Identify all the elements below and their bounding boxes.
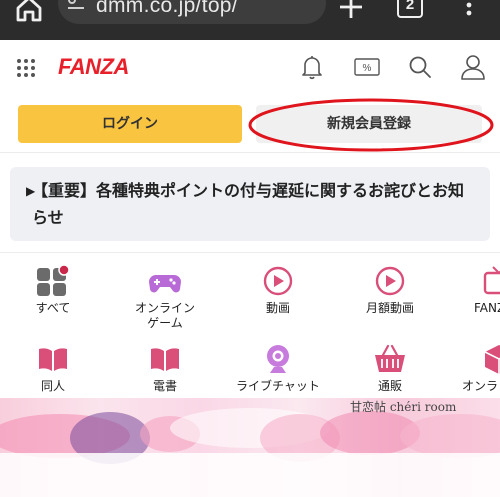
category-monthly-video[interactable]: 月額動画	[340, 265, 440, 316]
divider	[0, 252, 500, 253]
important-notice[interactable]: ▶ 【重要】各種特典ポイントの付与遅延に関するお詫びとお知らせ	[10, 167, 490, 241]
url-info-icon[interactable]	[66, 0, 86, 14]
category-all[interactable]: すべて	[3, 265, 103, 316]
category-fanza-tv[interactable]: FANZ	[462, 265, 500, 316]
category-ebook[interactable]: 電書	[115, 343, 215, 394]
category-label: ライブチャット	[236, 379, 320, 393]
category-label: オンラ	[462, 379, 499, 393]
banner-caption: 甘恋帖 chéri room	[350, 400, 457, 414]
url-text[interactable]: dmm.co.jp/top/	[96, 0, 238, 18]
search-icon[interactable]	[408, 54, 432, 80]
triangle-right-icon: ▶	[26, 184, 36, 198]
user-icon[interactable]	[460, 54, 486, 80]
plus-icon[interactable]	[338, 0, 364, 20]
fanza-logo[interactable]: FANZA	[58, 54, 129, 80]
category-mail-order[interactable]: 通販	[340, 343, 440, 394]
menu-icon[interactable]	[462, 0, 476, 20]
login-button[interactable]: ログイン	[18, 105, 242, 143]
category-label: FANZ	[474, 301, 500, 315]
promo-banner[interactable]: 甘恋帖 chéri room	[0, 398, 500, 497]
category-doujin[interactable]: 同人	[3, 343, 103, 394]
coupon-icon[interactable]: %	[354, 56, 380, 78]
register-button[interactable]: 新規会員登録	[256, 105, 482, 143]
webcam-icon	[267, 345, 289, 373]
book-icon	[151, 348, 179, 371]
apps-icon	[37, 265, 70, 296]
category-online[interactable]: オンラ	[462, 343, 500, 394]
category-live-chat[interactable]: ライブチャット	[228, 343, 328, 394]
basket-icon	[375, 344, 405, 372]
play-icon	[263, 266, 293, 296]
cube-icon	[484, 345, 500, 374]
coupon-glyph: %	[363, 63, 372, 74]
book-icon	[39, 348, 67, 371]
category-label: オンライン ゲーム	[134, 301, 195, 330]
browser-toolbar: dmm.co.jp/top/ 2	[0, 0, 500, 40]
category-video[interactable]: 動画	[228, 265, 328, 316]
tab-count: 2	[405, 0, 415, 13]
category-label: すべて	[35, 301, 71, 315]
category-label: 動画	[265, 301, 290, 315]
play-icon	[375, 266, 405, 296]
notice-text: 【重要】各種特典ポイントの付与遅延に関するお詫びとお知らせ	[32, 181, 465, 227]
category-online-game[interactable]: オンライン ゲーム	[115, 265, 215, 331]
category-label: 同人	[40, 379, 65, 393]
tabs-icon[interactable]: 2	[397, 0, 423, 18]
bell-icon[interactable]	[300, 54, 324, 80]
category-label: 通販	[377, 379, 402, 393]
tv-icon	[483, 266, 500, 295]
category-label: 月額動画	[365, 301, 414, 315]
divider	[0, 152, 500, 153]
gamepad-icon	[149, 275, 181, 293]
grid-icon[interactable]	[16, 58, 36, 78]
site-header: FANZA %	[0, 40, 500, 96]
home-icon[interactable]	[14, 0, 44, 22]
category-label: 電書	[152, 379, 177, 393]
